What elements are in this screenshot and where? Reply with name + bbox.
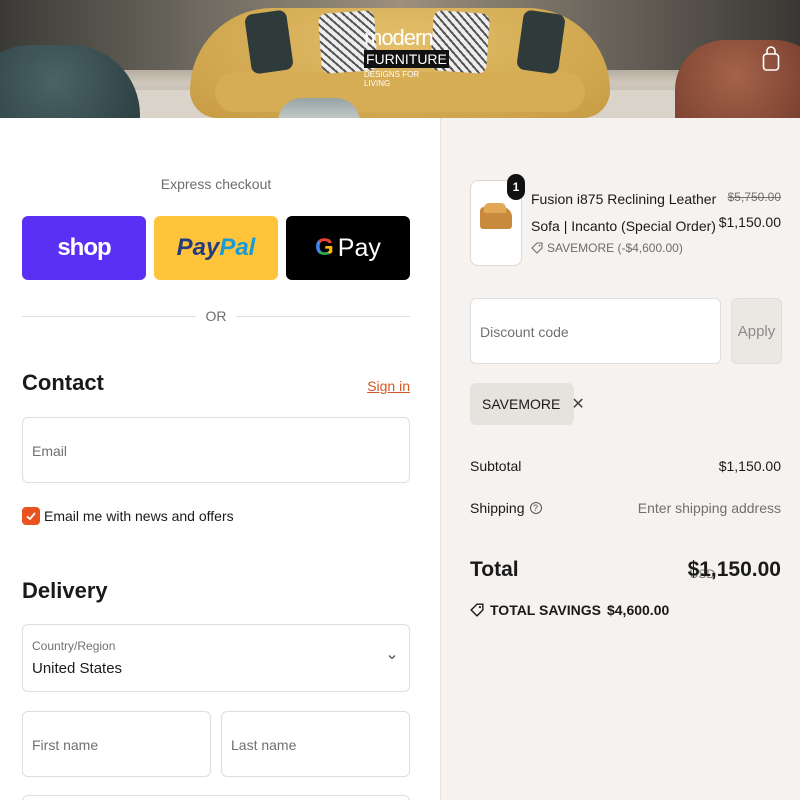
express-checkout-label: Express checkout bbox=[160, 176, 272, 192]
savings-label: TOTAL SAVINGS bbox=[490, 602, 601, 618]
applied-code-text: SAVEMORE bbox=[482, 396, 561, 412]
banner-table bbox=[278, 98, 360, 118]
applied-code-chip: SAVEMORE ✕ bbox=[470, 383, 585, 425]
paypal-button[interactable]: Pay Pal bbox=[154, 216, 278, 280]
chevron-down-icon bbox=[388, 655, 396, 660]
subtotal-label: Subtotal bbox=[470, 458, 522, 474]
shipping-label: Shipping bbox=[470, 500, 525, 516]
banner-chair-right bbox=[675, 40, 800, 118]
paypal-label-pal: Pal bbox=[219, 234, 256, 261]
google-g-icon: G bbox=[315, 234, 334, 261]
product-discount-text: SAVEMORE (-$4,600.00) bbox=[547, 241, 683, 255]
shipping-value: Enter shipping address bbox=[637, 500, 781, 516]
logo-tagline: DESIGNS FOR LIVING bbox=[364, 70, 420, 88]
country-value: United States bbox=[32, 660, 123, 677]
shop-pay-button[interactable]: shop bbox=[22, 216, 146, 280]
last-name-placeholder: Last name bbox=[231, 737, 297, 753]
shopping-bag-icon[interactable] bbox=[762, 44, 780, 72]
country-select[interactable]: Country/Region United States bbox=[22, 624, 410, 692]
banner-pillow bbox=[516, 9, 566, 75]
total-label: Total bbox=[470, 558, 519, 581]
delivery-heading: Delivery bbox=[22, 578, 108, 603]
or-label: OR bbox=[196, 308, 236, 324]
subtotal-value: $1,150.00 bbox=[718, 458, 781, 474]
shop-pay-label: shop bbox=[57, 234, 111, 261]
shipping-row: Shipping ? bbox=[470, 500, 542, 516]
order-summary: 1 Fusion i875 Reclining Leather Sofa | I… bbox=[440, 118, 800, 800]
help-icon[interactable]: ? bbox=[529, 502, 542, 514]
savings-value: $4,600.00 bbox=[606, 602, 670, 618]
tag-icon bbox=[531, 242, 543, 254]
checkmark-icon bbox=[26, 512, 36, 521]
apply-discount-button[interactable]: Apply bbox=[731, 298, 782, 364]
product-name: Fusion i875 Reclining Leather Sofa | Inc… bbox=[531, 191, 717, 234]
email-placeholder: Email bbox=[32, 443, 68, 459]
discount-code-placeholder: Discount code bbox=[480, 324, 569, 340]
tag-icon bbox=[470, 603, 484, 617]
checkout-form: Express checkout shop Pay Pal G Pay OR Co… bbox=[0, 118, 440, 800]
google-pay-button[interactable]: G Pay bbox=[286, 216, 410, 280]
banner-pillow bbox=[244, 9, 294, 75]
first-name-field[interactable]: First name bbox=[22, 711, 211, 777]
logo-text-modern: modern bbox=[364, 25, 434, 50]
discount-code-input[interactable]: Discount code bbox=[470, 298, 721, 364]
paypal-label-pay: Pay bbox=[176, 234, 220, 261]
google-pay-label: Pay bbox=[337, 233, 381, 262]
contact-heading: Contact bbox=[22, 370, 104, 395]
newsletter-checkbox[interactable] bbox=[22, 507, 40, 525]
store-logo[interactable]: modern FURNITURE DESIGNS FOR LIVING bbox=[364, 25, 449, 88]
total-savings: TOTAL SAVINGS $4,600.00 bbox=[470, 602, 669, 618]
next-address-field[interactable] bbox=[22, 795, 410, 800]
product-discount: SAVEMORE (-$4,600.00) bbox=[531, 241, 683, 255]
last-name-field[interactable]: Last name bbox=[221, 711, 410, 777]
sign-in-link[interactable]: Sign in bbox=[367, 378, 410, 394]
newsletter-label: Email me with news and offers bbox=[44, 508, 234, 524]
total-value: $1,150.00 bbox=[687, 558, 781, 581]
country-label: Country/Region bbox=[32, 639, 116, 653]
logo-text-furniture: FURNITURE bbox=[364, 50, 449, 68]
product-price: $1,150.00 bbox=[718, 214, 781, 230]
quantity-badge: 1 bbox=[507, 174, 525, 200]
remove-code-icon[interactable]: ✕ bbox=[571, 394, 584, 414]
header-banner: modern FURNITURE DESIGNS FOR LIVING bbox=[0, 0, 800, 118]
product-image-back bbox=[484, 203, 506, 213]
original-price: $5,750.00 bbox=[727, 190, 781, 204]
first-name-placeholder: First name bbox=[32, 737, 99, 753]
email-field[interactable]: Email bbox=[22, 417, 410, 483]
